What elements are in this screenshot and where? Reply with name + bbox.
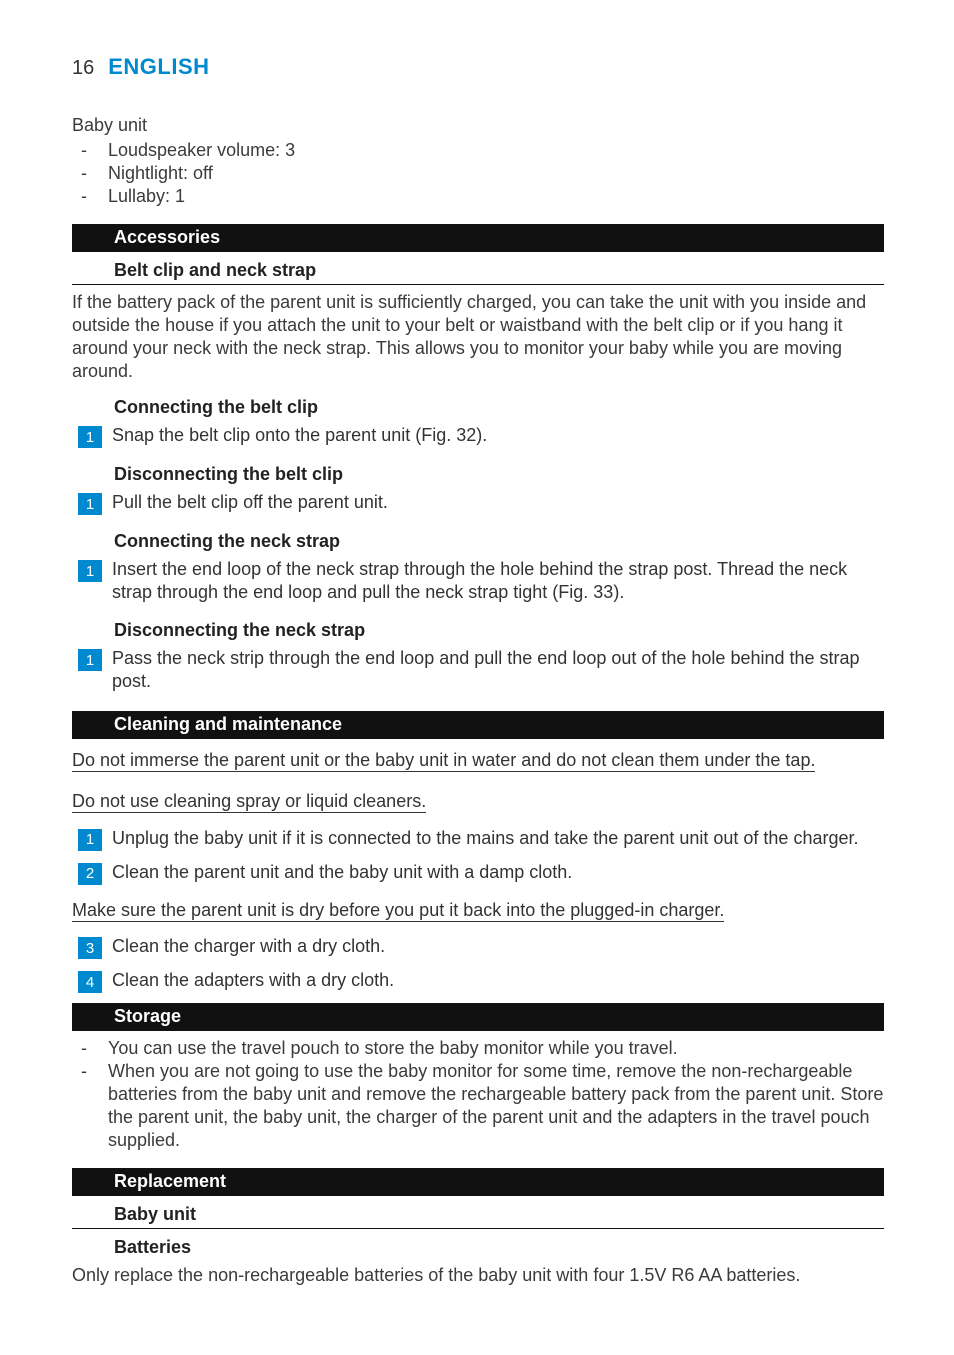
- warning-text: Do not immerse the parent unit or the ba…: [72, 745, 884, 776]
- subsection-belt-neck: Belt clip and neck strap: [72, 258, 884, 285]
- intro-subtitle: Baby unit: [72, 114, 884, 137]
- step-text: Snap the belt clip onto the parent unit …: [112, 424, 884, 447]
- section-replacement: Replacement: [72, 1168, 884, 1196]
- step-row: 1 Pass the neck strip through the end lo…: [72, 647, 884, 693]
- step-number-icon: 1: [78, 560, 102, 582]
- step-number-icon: 3: [78, 937, 102, 959]
- page-number: 16: [72, 57, 94, 80]
- step-text: Pass the neck strip through the end loop…: [112, 647, 884, 693]
- subsection-disconnect-belt: Disconnecting the belt clip: [72, 458, 884, 487]
- page-header: 16 ENGLISH: [72, 54, 884, 80]
- step-number-icon: 1: [78, 493, 102, 515]
- manual-page: 16 ENGLISH Baby unit Loudspeaker volume:…: [0, 0, 954, 1355]
- step-row: 1 Insert the end loop of the neck strap …: [72, 558, 884, 604]
- step-text: Unplug the baby unit if it is connected …: [112, 827, 884, 850]
- subsection-disconnect-neck: Disconnecting the neck strap: [72, 614, 884, 643]
- list-item: You can use the travel pouch to store th…: [72, 1037, 884, 1060]
- language-label: ENGLISH: [108, 54, 209, 80]
- section-storage: Storage: [72, 1003, 884, 1031]
- step-text: Clean the charger with a dry cloth.: [112, 935, 884, 958]
- step-row: 3 Clean the charger with a dry cloth.: [72, 935, 884, 959]
- step-row: 2 Clean the parent unit and the baby uni…: [72, 861, 884, 885]
- step-number-icon: 1: [78, 829, 102, 851]
- list-item: Lullaby: 1: [72, 185, 884, 208]
- step-number-icon: 2: [78, 863, 102, 885]
- step-text: Clean the parent unit and the baby unit …: [112, 861, 884, 884]
- step-number-icon: 4: [78, 971, 102, 993]
- intro-list: Loudspeaker volume: 3 Nightlight: off Lu…: [72, 139, 884, 208]
- step-row: 1 Unplug the baby unit if it is connecte…: [72, 827, 884, 851]
- warning-text: Make sure the parent unit is dry before …: [72, 895, 884, 926]
- step-row: 4 Clean the adapters with a dry cloth.: [72, 969, 884, 993]
- batteries-paragraph: Only replace the non-rechargeable batter…: [72, 1264, 884, 1287]
- step-text: Pull the belt clip off the parent unit.: [112, 491, 884, 514]
- warning-text: Do not use cleaning spray or liquid clea…: [72, 786, 884, 817]
- storage-list: You can use the travel pouch to store th…: [72, 1037, 884, 1152]
- list-item: Nightlight: off: [72, 162, 884, 185]
- step-row: 1 Pull the belt clip off the parent unit…: [72, 491, 884, 515]
- section-cleaning: Cleaning and maintenance: [72, 711, 884, 739]
- list-item: When you are not going to use the baby m…: [72, 1060, 884, 1152]
- subsection-connect-belt: Connecting the belt clip: [72, 391, 884, 420]
- step-text: Insert the end loop of the neck strap th…: [112, 558, 884, 604]
- subsection-connect-neck: Connecting the neck strap: [72, 525, 884, 554]
- belt-neck-paragraph: If the battery pack of the parent unit i…: [72, 291, 884, 383]
- list-item: Loudspeaker volume: 3: [72, 139, 884, 162]
- step-number-icon: 1: [78, 426, 102, 448]
- step-number-icon: 1: [78, 649, 102, 671]
- subsection-baby-unit: Baby unit: [72, 1202, 884, 1229]
- step-row: 1 Snap the belt clip onto the parent uni…: [72, 424, 884, 448]
- subsection-batteries: Batteries: [72, 1235, 884, 1260]
- section-accessories: Accessories: [72, 224, 884, 252]
- step-text: Clean the adapters with a dry cloth.: [112, 969, 884, 992]
